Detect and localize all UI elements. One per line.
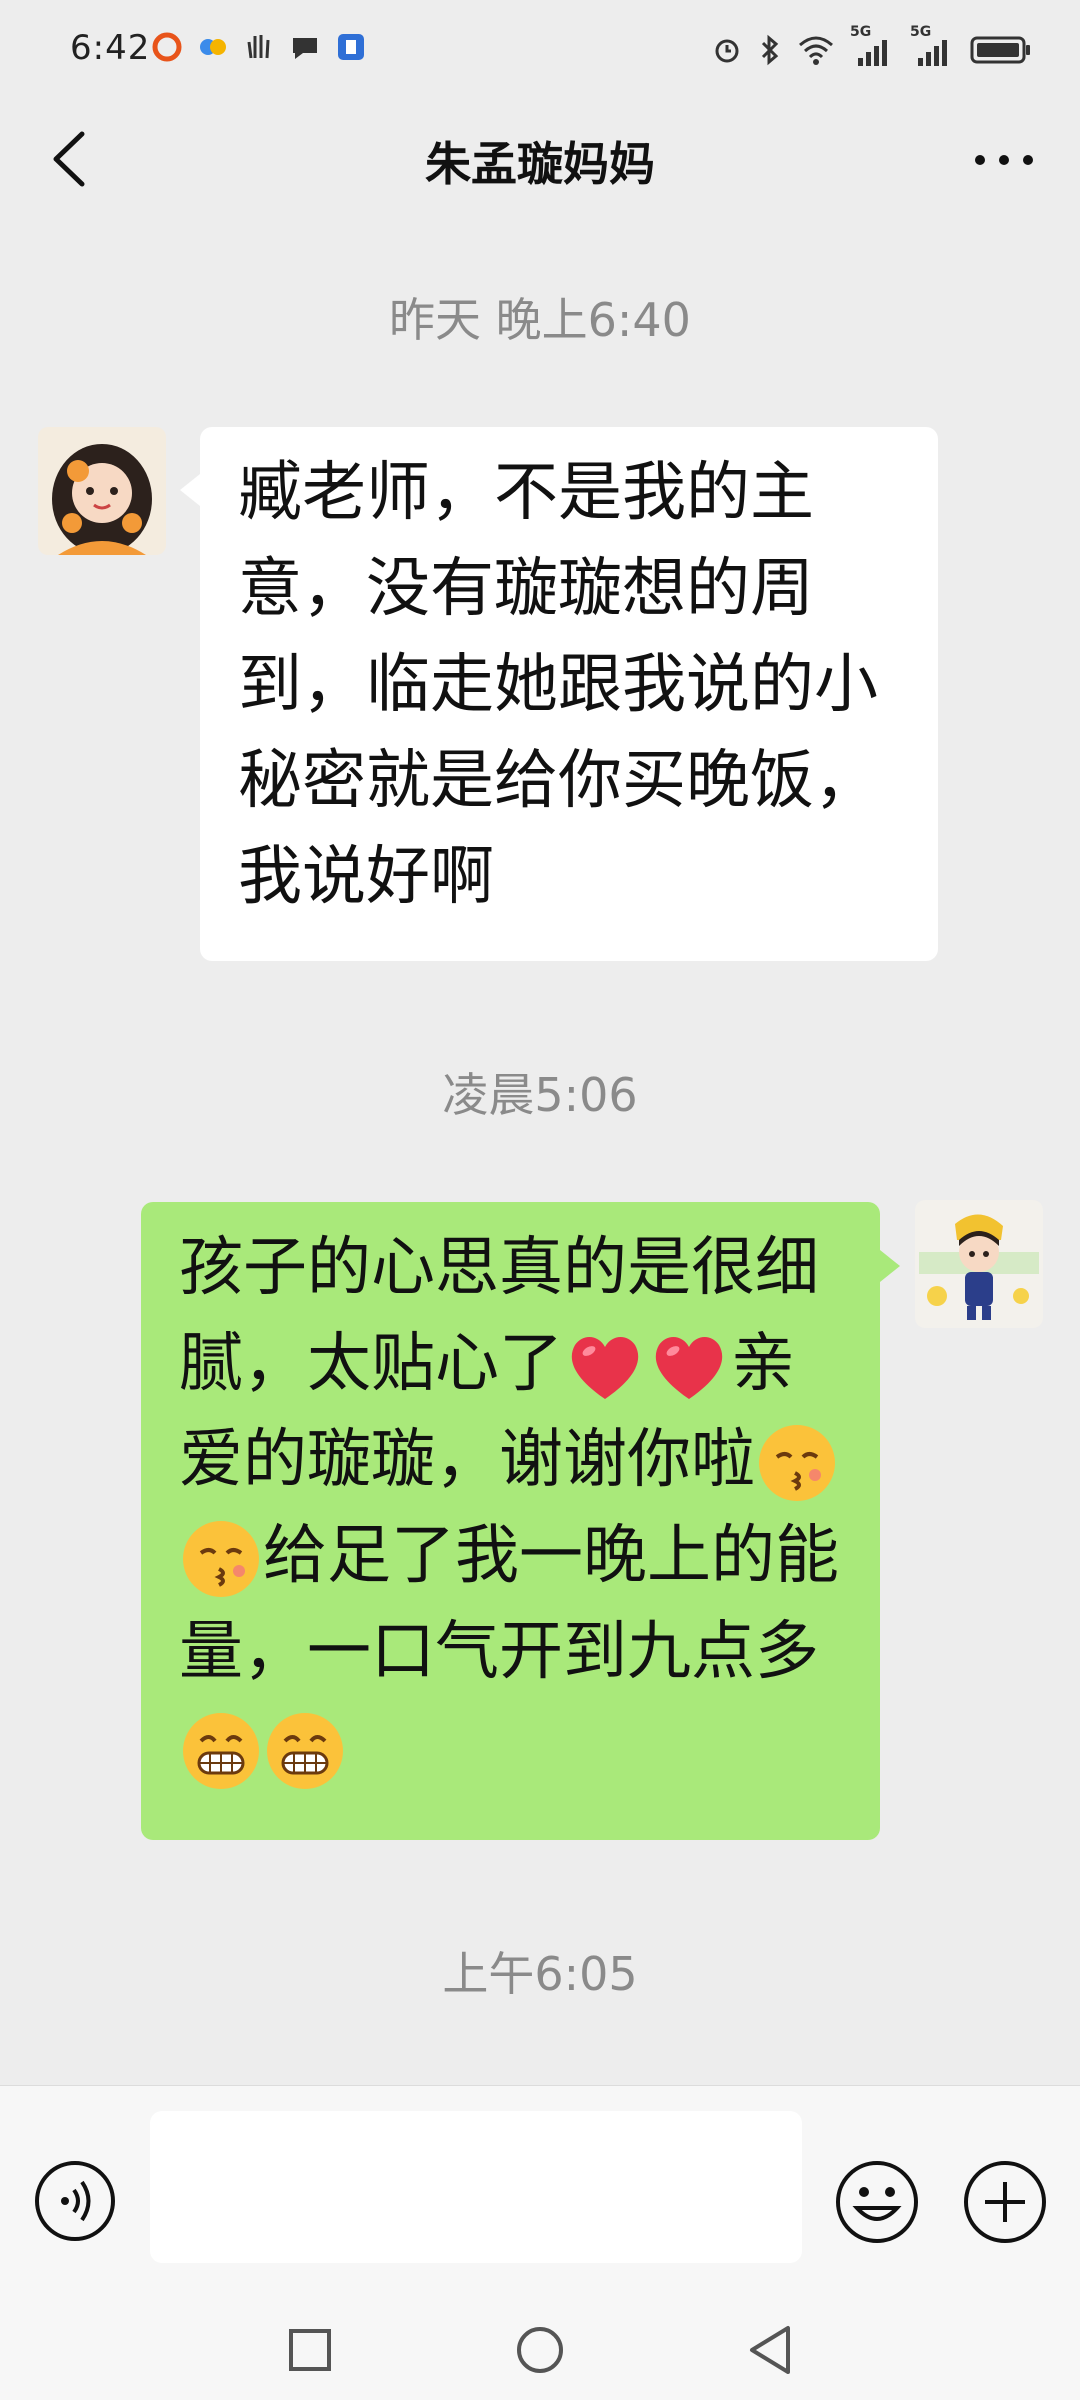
message-icon: [293, 38, 317, 59]
heart-emoji-icon: [655, 1337, 723, 1400]
kiss-emoji-icon: [183, 1521, 259, 1598]
emoji-button[interactable]: [833, 2158, 921, 2246]
hand-icon: [247, 35, 270, 59]
circle-icon: [517, 2327, 563, 2373]
message-text-part-3: 给足了我一晚上的能量，一口气开到九点多: [179, 1519, 839, 1689]
status-bar: 6:42 5G 5G: [0, 0, 1080, 100]
timestamp: 昨天 晚上6:40: [389, 293, 691, 347]
message-input[interactable]: [150, 2111, 802, 2263]
plus-icon: [964, 2161, 1046, 2243]
badge-app-icon: [338, 34, 364, 60]
avatar-self[interactable]: [915, 1200, 1043, 1328]
app-icon: [200, 39, 226, 55]
voice-button[interactable]: [32, 2158, 118, 2244]
message-text: 臧老师，不是我的主意，没有璇璇想的周到，临走她跟我说的小秘密就是给你买晚饭，我说…: [238, 456, 878, 914]
signal-1: 5G: [850, 24, 896, 70]
more-icon: [975, 155, 1033, 165]
triangle-back-icon: [750, 2326, 790, 2374]
avatar-boy-icon: [915, 1200, 1043, 1328]
avatar[interactable]: [38, 427, 166, 555]
signal-2: 5G: [910, 24, 956, 70]
home-button[interactable]: [490, 2310, 590, 2390]
grin-emoji-icon: [267, 1713, 343, 1790]
square-icon: [289, 2329, 331, 2371]
recents-button[interactable]: [260, 2310, 360, 2390]
system-nav-bar: [0, 2310, 1080, 2400]
signal-icon: [858, 40, 887, 66]
more-button[interactable]: [964, 130, 1044, 190]
timestamp: 凌晨5:06: [442, 1068, 638, 1122]
message-bubble-incoming[interactable]: 臧老师，不是我的主意，没有璇璇想的周到，临走她跟我说的小秘密就是给你买晚饭，我说…: [200, 427, 938, 961]
avatar-girl-icon: [38, 427, 166, 555]
battery-icon: [970, 36, 1030, 64]
record-icon: [152, 32, 182, 62]
signal-icon: [918, 40, 947, 66]
chat-header: 朱孟璇妈妈: [0, 100, 1080, 220]
wifi-icon: [799, 36, 833, 65]
kiss-emoji-icon: [759, 1425, 835, 1502]
alarm-icon: [715, 39, 739, 63]
message-bubble-outgoing[interactable]: 孩子的心思真的是很细腻，太贴心了 亲爱的璇璇，谢谢你啦给足了我一晚上的能量，一口气…: [141, 1202, 880, 1840]
grin-emoji-icon: [183, 1713, 259, 1790]
emoji-icon: [836, 2161, 918, 2243]
input-bar: [0, 2085, 1080, 2311]
timestamp: 上午6:05: [442, 1947, 638, 2001]
voice-icon: [35, 2161, 115, 2241]
bluetooth-icon: [761, 34, 779, 66]
heart-emoji-icon: [571, 1337, 639, 1400]
page-title: 朱孟璇妈妈: [425, 137, 655, 191]
back-nav-button[interactable]: [720, 2310, 820, 2390]
more-options-button[interactable]: [961, 2158, 1049, 2246]
status-time: 6:42: [70, 28, 151, 68]
